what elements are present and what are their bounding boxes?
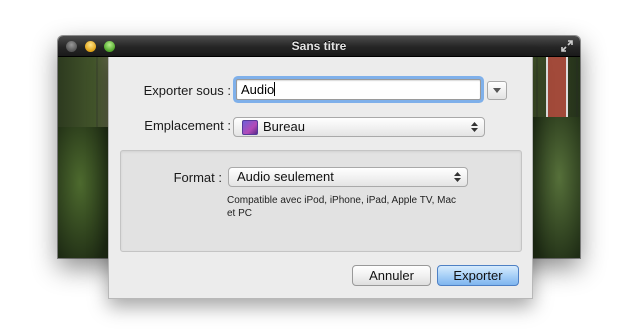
location-popup[interactable]: Bureau — [233, 117, 485, 137]
text-caret — [274, 82, 276, 96]
export-button[interactable]: Exporter — [437, 265, 519, 286]
export-name-input[interactable]: Audio — [236, 79, 481, 100]
updown-arrows-icon — [471, 122, 478, 132]
cancel-button[interactable]: Annuler — [352, 265, 431, 286]
export-name-value: Audio — [241, 82, 275, 97]
format-popup[interactable]: Audio seulement — [228, 167, 468, 187]
export-as-label: Exporter sous : — [143, 83, 231, 98]
chevron-down-icon — [493, 88, 501, 93]
format-value: Audio seulement — [237, 169, 334, 184]
location-value: Bureau — [263, 119, 305, 134]
window-title: Sans titre — [291, 39, 347, 53]
video-shrub — [528, 117, 580, 258]
export-sheet: Exporter sous : Audio Emplacement : Bure… — [108, 57, 533, 299]
updown-arrows-icon — [454, 172, 461, 182]
location-label: Emplacement : — [144, 118, 231, 133]
format-description: Compatible avec iPod, iPhone, iPad, Appl… — [227, 195, 457, 219]
title-bar[interactable]: Sans titre — [58, 36, 580, 57]
expand-browser-button[interactable] — [487, 81, 507, 100]
video-pillar — [546, 57, 568, 117]
format-label: Format : — [173, 170, 222, 185]
video-shrub — [58, 127, 113, 258]
fullscreen-icon[interactable] — [561, 40, 573, 52]
desktop-folder-icon — [242, 120, 258, 135]
